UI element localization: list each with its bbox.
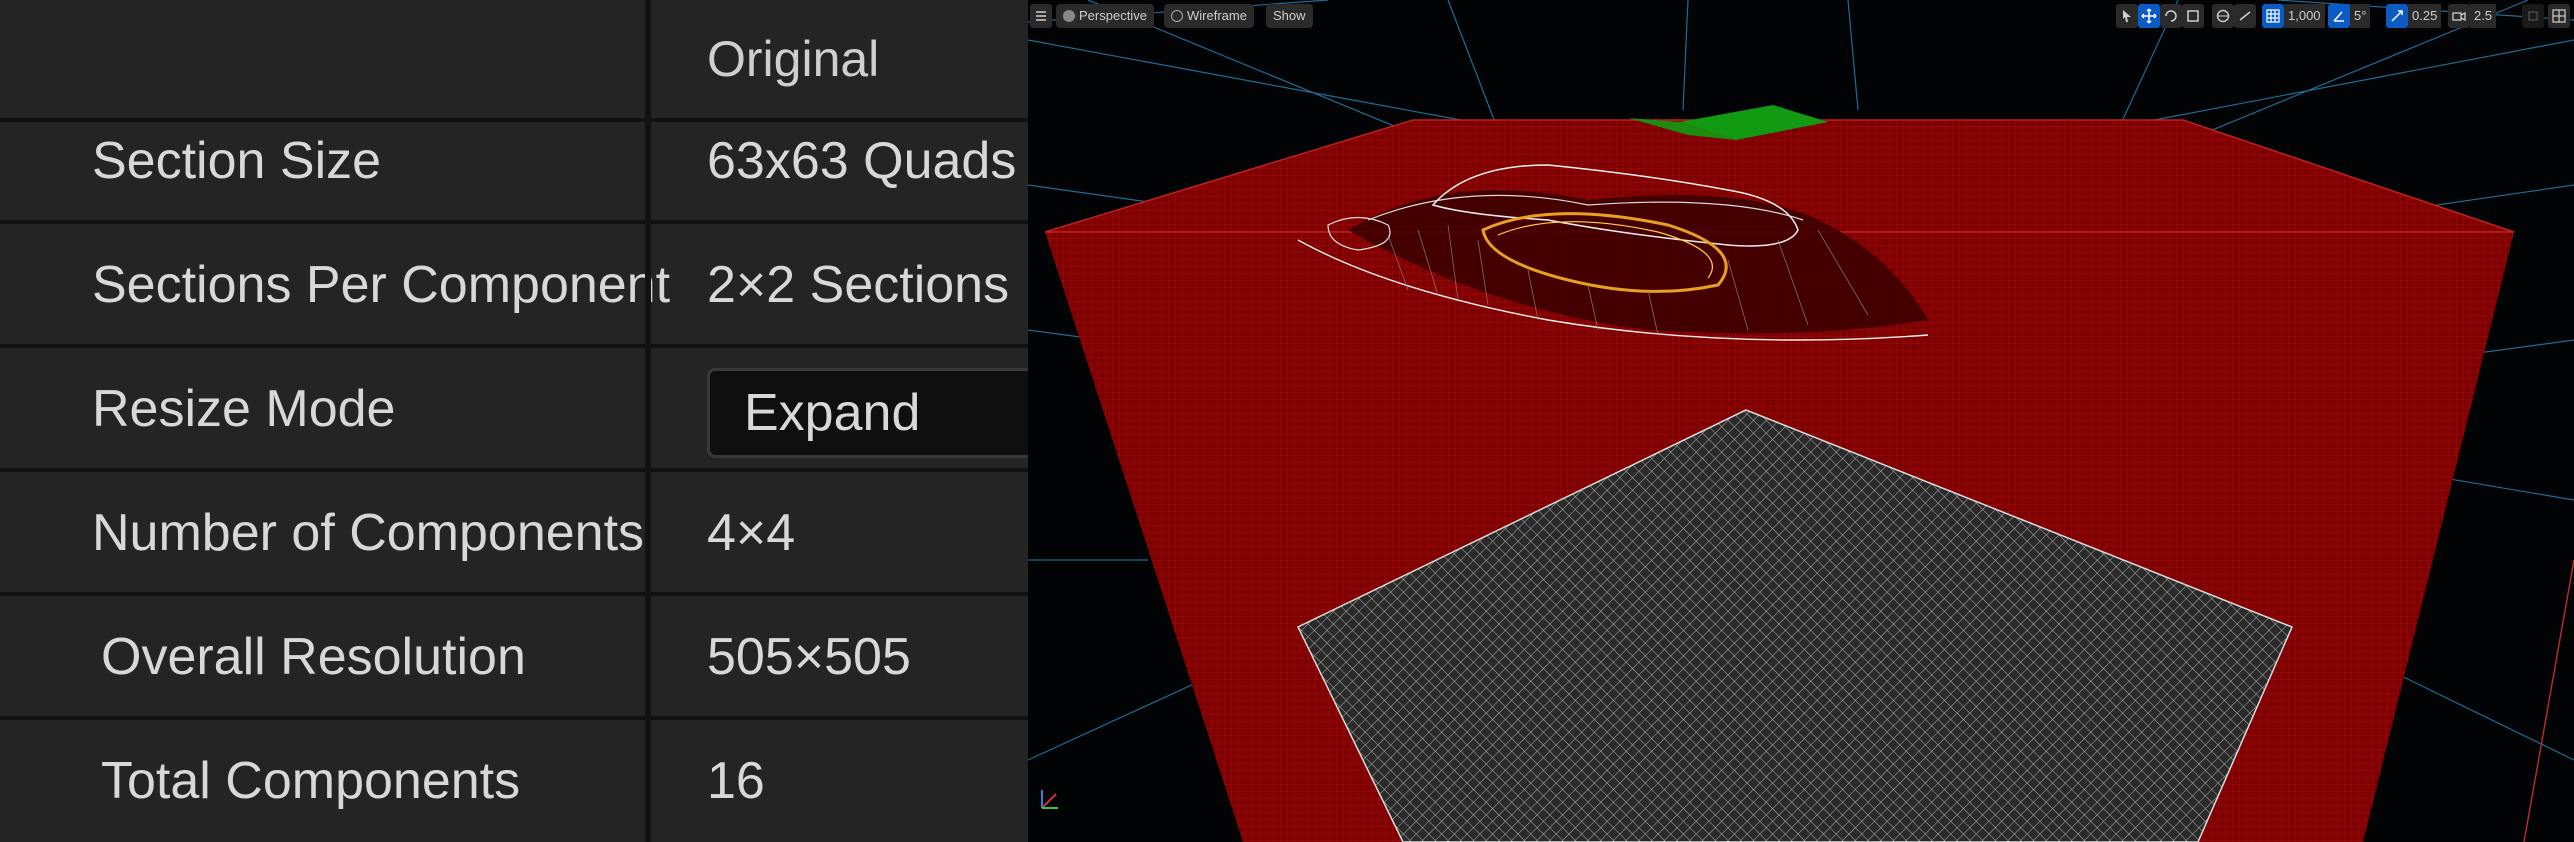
render-mode-button[interactable]: Wireframe [1164,4,1254,28]
rotation-snap-value[interactable]: 5° [2350,4,2371,28]
section-size-value: 63x63 Quads [707,132,1017,190]
viewport-layout-button[interactable] [2548,4,2570,28]
row-resize-mode: Resize Mode Expand [0,350,1028,472]
axis-gizmo-icon [1041,790,1058,809]
globe-icon [2216,9,2230,23]
rotate-icon [2165,10,2177,22]
sections-per-component-label: Sections Per Component [92,256,671,314]
row-overall-resolution: Overall Resolution 505×505 [0,598,1028,720]
row-sections-per-component: Sections Per Component 2×2 Sections [0,226,1028,348]
surface-snap-icon [2239,11,2251,21]
level-viewport[interactable]: Perspective Wireframe Show 1,000 5° 0.25… [1028,0,2574,842]
scale-snap-value[interactable]: 0.25 [2408,4,2442,28]
cursor-icon [2123,10,2131,22]
resize-mode-label: Resize Mode [92,380,396,438]
restore-icon [2528,11,2538,21]
grid-snap-value[interactable]: 1,000 [2284,4,2325,28]
wireframe-icon [1171,10,1183,22]
coordinate-space-button[interactable] [2212,4,2234,28]
original-column-header: Original [707,31,880,87]
row-section-size: Section Size 63x63 Quads [0,102,1028,224]
column-divider[interactable] [645,0,651,842]
minimize-viewport-button[interactable] [2522,4,2544,28]
axis-x-line [2523,559,2574,842]
view-mode-button[interactable]: Perspective [1056,4,1154,28]
number-of-components-value: 4×4 [707,504,796,562]
rotation-snap-toggle[interactable] [2328,4,2350,28]
scale-icon [2187,10,2199,22]
scale-snap-toggle[interactable] [2386,4,2408,28]
rotate-mode-button[interactable] [2160,4,2182,28]
scale-mode-button[interactable] [2182,4,2204,28]
landscape-resize-details-panel: Original Section Size 63x63 Quads Sectio… [0,0,1028,842]
total-components-label: Total Components [101,752,521,810]
select-mode-button[interactable] [2116,4,2138,28]
viewport-toolbar: Perspective Wireframe Show 1,000 5° 0.25… [1028,0,2574,34]
translate-mode-button[interactable] [2138,4,2160,28]
number-of-components-label: Number of Components [92,504,645,562]
surface-snapping-button[interactable] [2234,4,2256,28]
row-number-of-components: Number of Components 4×4 [0,474,1028,596]
total-components-value: 16 [707,752,765,810]
viewport-scene [1028,0,2574,842]
grid-snap-toggle[interactable] [2262,4,2284,28]
video-camera-icon [2452,11,2466,22]
overall-resolution-label: Overall Resolution [101,628,526,686]
angle-icon [2333,11,2344,22]
row-total-components: Total Components 16 [0,722,1028,842]
show-menu-button[interactable]: Show [1266,4,1313,28]
resize-mode-dropdown[interactable]: Expand [707,368,1028,458]
scale-snap-icon [2391,10,2403,22]
camera-icon [1063,10,1075,22]
camera-speed-value[interactable]: 2.5 [2470,4,2497,28]
show-label: Show [1273,8,1306,23]
layout-icon [2552,9,2566,23]
render-mode-label: Wireframe [1187,8,1247,23]
move-icon [2141,8,2157,24]
sections-per-component-value: 2×2 Sections [707,256,1010,314]
camera-speed-button[interactable] [2448,4,2470,28]
view-mode-label: Perspective [1079,8,1147,23]
hamburger-icon [1036,11,1046,21]
overall-resolution-value: 505×505 [707,628,911,686]
resize-mode-selected: Expand [744,384,921,442]
section-size-label: Section Size [92,132,382,190]
viewport-menu-button[interactable] [1030,4,1052,28]
grid-icon [2266,9,2280,23]
